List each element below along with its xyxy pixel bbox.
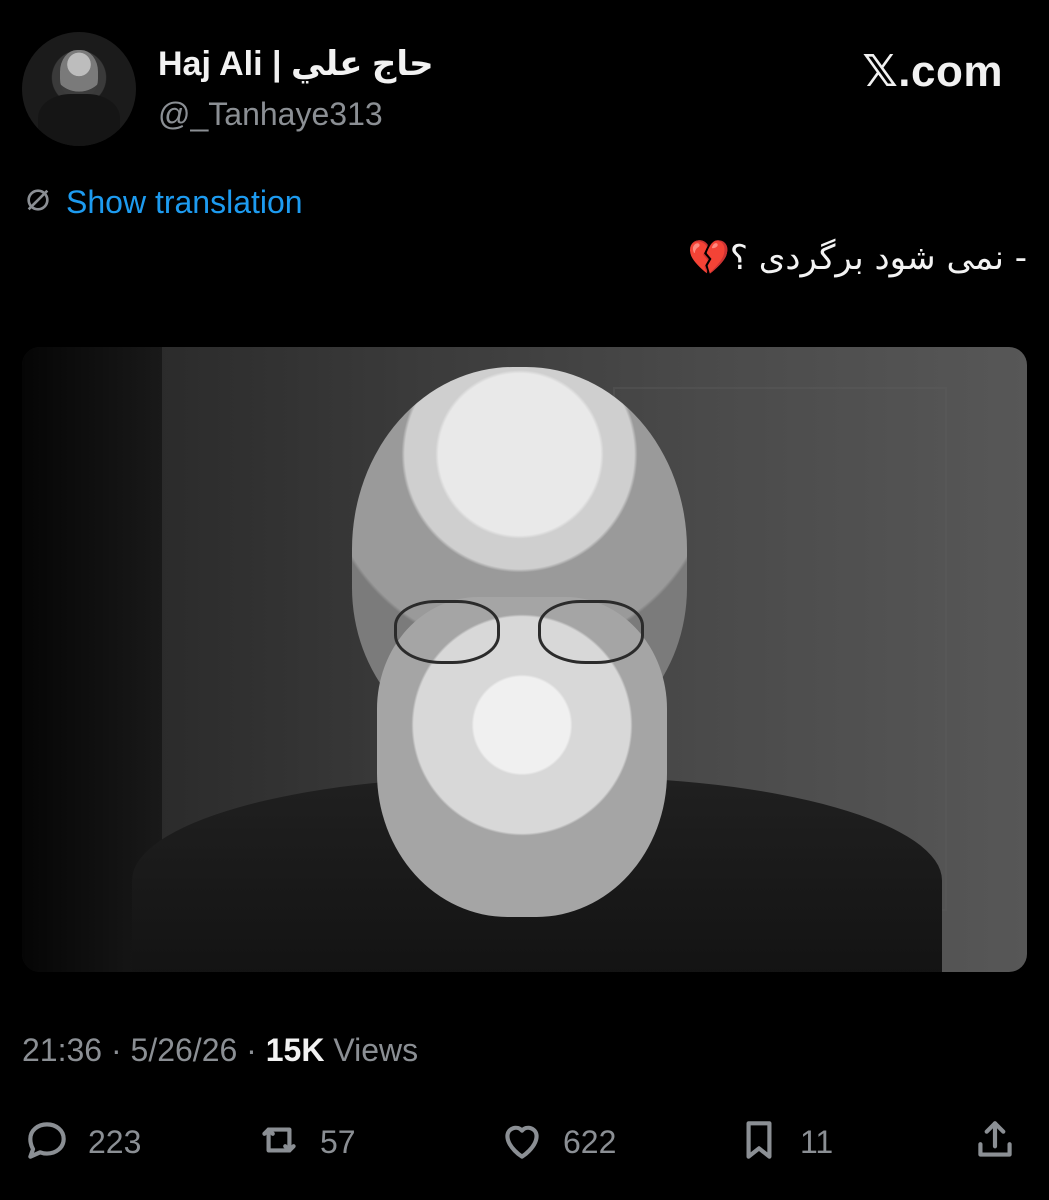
translate-icon <box>22 184 54 221</box>
tweet-meta: 21:36 · 5/26/26 · 15K Views <box>22 1032 418 1069</box>
glasses <box>394 600 644 664</box>
avatar[interactable] <box>22 32 136 146</box>
tweet-image[interactable] <box>22 347 1027 972</box>
action-bar: 223 57 622 11 <box>22 1105 1027 1175</box>
display-name[interactable]: Haj Ali | حاج علي <box>158 44 434 84</box>
separator: · <box>110 1032 122 1068</box>
repost-count: 57 <box>320 1124 356 1160</box>
avatar-face <box>60 50 98 98</box>
tweet-time[interactable]: 21:36 <box>22 1032 102 1068</box>
reply-icon <box>22 1115 72 1170</box>
username-handle[interactable]: @_Tanhaye313 <box>158 96 383 133</box>
show-translation-label[interactable]: Show translation <box>66 184 303 221</box>
reply-button[interactable]: 223 <box>22 1115 141 1170</box>
tweet-text: - نمی شود برگردی ؟💔 <box>687 238 1027 278</box>
views-count[interactable]: 15K <box>266 1032 325 1068</box>
heart-icon <box>497 1115 547 1170</box>
repost-button[interactable]: 57 <box>254 1115 356 1170</box>
show-translation-link[interactable]: Show translation <box>22 182 303 222</box>
bookmark-button[interactable]: 11 <box>734 1115 833 1170</box>
repost-icon <box>254 1115 304 1170</box>
share-button[interactable] <box>970 1115 1020 1170</box>
avatar-body <box>38 94 120 146</box>
views-label: Views <box>333 1032 419 1068</box>
bookmark-icon <box>734 1115 784 1170</box>
tweet-header: Haj Ali | حاج علي @_Tanhaye313 𝕏.com <box>22 32 1027 150</box>
bookmark-count: 11 <box>800 1124 834 1160</box>
separator: · <box>246 1032 257 1068</box>
reply-count: 223 <box>88 1124 142 1160</box>
tweet-date[interactable]: 5/26/26 <box>131 1032 238 1068</box>
site-label: 𝕏.com <box>862 47 1003 96</box>
share-icon <box>970 1115 1020 1170</box>
like-button[interactable]: 622 <box>497 1115 616 1170</box>
like-count: 622 <box>563 1124 617 1160</box>
